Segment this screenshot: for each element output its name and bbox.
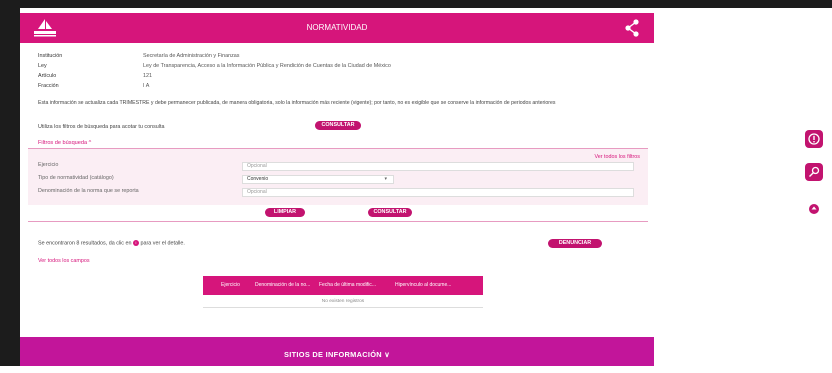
filters-toggle[interactable]: Filtros de búsqueda ^ — [38, 140, 91, 146]
results-table: Ejercicio Denominación de la no... Fecha… — [203, 276, 483, 308]
update-note: Esta información se actualiza cada TRIME… — [38, 100, 556, 106]
table-empty-row: No existen registros — [203, 295, 483, 308]
consult-button-top[interactable]: CONSULTAR — [315, 121, 361, 130]
info-label: Institución — [38, 53, 63, 59]
info-value: Ley de Transparencia, Acceso a la Inform… — [143, 63, 391, 69]
section-divider — [28, 221, 648, 222]
alert-icon[interactable] — [805, 130, 823, 148]
info-value: 121 — [143, 73, 152, 79]
footer-title[interactable]: SITIOS DE INFORMACIÓN ∨ — [20, 337, 654, 373]
tipo-normatividad-select[interactable]: Convenio ▾ — [242, 175, 394, 184]
info-value: Secretaría de Administración y Finanzas — [143, 53, 240, 59]
search-hint: Utiliza los filtros de búsqueda para aco… — [38, 124, 165, 130]
column-header[interactable]: Fecha de última modific... — [319, 276, 376, 295]
ejercicio-input[interactable]: Opcional — [242, 162, 634, 171]
column-header[interactable]: Denominación de la no... — [255, 276, 310, 295]
tipo-normatividad-label: Tipo de normatividad (catálogo) — [38, 175, 114, 181]
footer-bar[interactable]: SITIOS DE INFORMACIÓN ∨ — [20, 337, 654, 366]
left-bar — [0, 0, 20, 366]
page-title: NORMATIVIDAD — [306, 23, 368, 32]
filters-panel: Ver todos los filtros Ejercicio Opcional… — [28, 148, 648, 205]
search-key-icon[interactable] — [805, 163, 823, 181]
info-label: Artículo — [38, 73, 57, 79]
ejercicio-label: Ejercicio — [38, 162, 59, 168]
info-label: Ley — [38, 63, 47, 69]
tipo-normatividad-value: Convenio — [247, 176, 269, 182]
results-text-after: para ver el detalle. — [140, 240, 185, 247]
results-text: Se encontraron 8 resultados, da clic en — [38, 240, 132, 247]
denominacion-label: Denominación de la norma que se reporta — [38, 188, 139, 194]
column-header[interactable]: Ejercicio — [221, 276, 240, 295]
info-value: I A — [143, 83, 150, 89]
top-bar — [0, 0, 832, 8]
column-header[interactable]: Hipervínculo al docume... — [395, 276, 451, 295]
scroll-up-icon[interactable] — [809, 204, 819, 214]
page-header: NORMATIVIDAD — [20, 13, 654, 43]
limpiar-button[interactable]: LIMPIAR — [265, 208, 305, 217]
consult-button[interactable]: CONSULTAR — [368, 208, 412, 217]
info-icon: i — [133, 240, 139, 246]
results-summary: Se encontraron 8 resultados, da clic en … — [38, 240, 185, 246]
view-all-fields-link[interactable]: Ver todos los campos — [38, 258, 90, 264]
table-header: Ejercicio Denominación de la no... Fecha… — [203, 276, 483, 295]
share-icon[interactable] — [624, 19, 640, 37]
denunciar-button[interactable]: DENUNCIAR — [548, 239, 602, 248]
chevron-down-icon: ▾ — [384, 176, 387, 182]
info-label: Fracción — [38, 83, 59, 89]
view-all-filters-link[interactable]: Ver todos los filtros — [594, 154, 640, 160]
denominacion-input[interactable]: Opcional — [242, 188, 634, 197]
